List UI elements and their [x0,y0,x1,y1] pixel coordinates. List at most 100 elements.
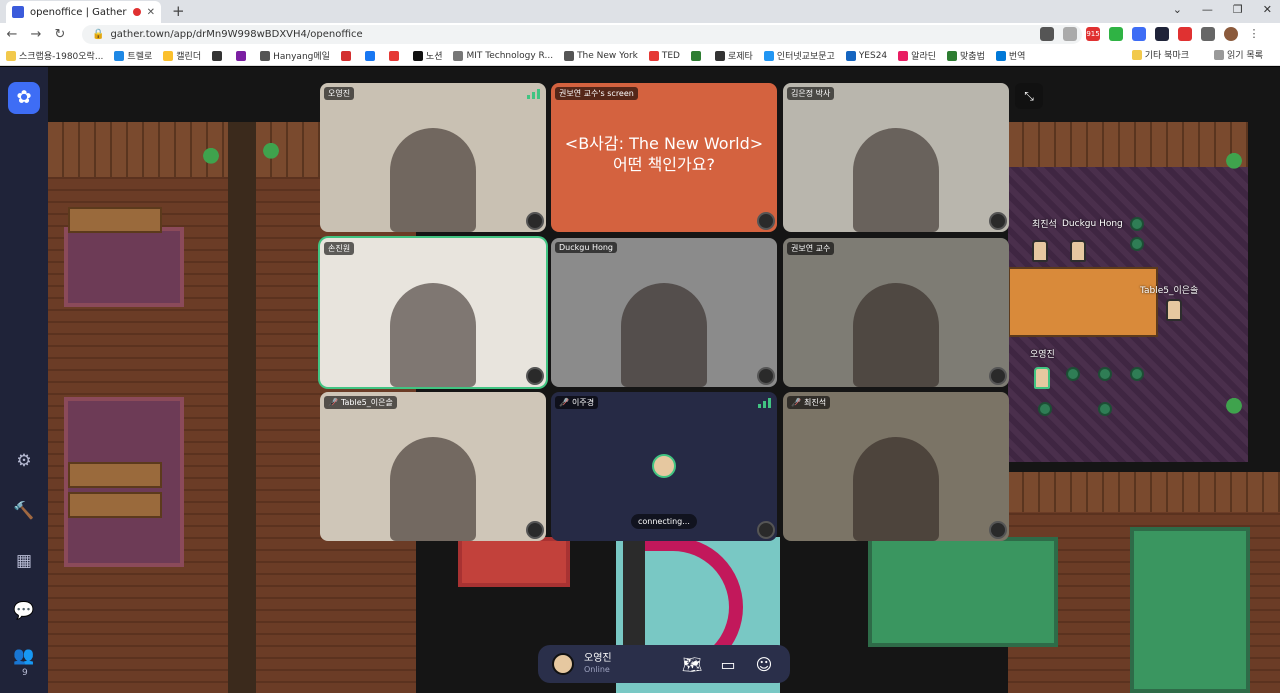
other-bookmarks[interactable]: 기타 북마크 [1131,48,1189,61]
bookmark-item[interactable]: 맞춤법 [947,49,985,62]
video-name-label: 권보연 교수 [787,242,835,255]
video-tile[interactable]: Duckgu Hong [551,238,777,387]
star-icon[interactable] [1063,27,1077,41]
browser-tab[interactable]: openoffice | Gather ✕ [6,1,161,23]
bookmark-item[interactable]: YES24 [845,49,887,62]
evernote-icon[interactable] [1109,27,1123,41]
restore-button[interactable]: ❐ [1233,3,1243,16]
bookmark-favicon-icon [691,50,701,61]
extension-icon[interactable] [1178,27,1192,41]
plant [203,147,219,169]
mini-avatar-icon [526,521,544,539]
video-tile[interactable]: 권보연 교수 [783,238,1009,387]
puzzle-icon[interactable] [1201,27,1215,41]
bookmark-item[interactable]: TED [648,49,680,62]
bookmark-item[interactable] [388,49,402,62]
chair [1130,237,1144,251]
emoji-icon[interactable]: ☺ [746,655,782,674]
bookmark-item[interactable]: 알라딘 [898,49,936,62]
extension-icon[interactable] [1132,27,1146,41]
tab-search-icon[interactable]: ⌄ [1173,3,1182,16]
green-rug [1130,527,1250,693]
bookmark-favicon-icon [114,50,125,61]
map-avatar[interactable] [1032,240,1048,262]
shared-screen-text: <B사감: The New World> 어떤 책인가요? [551,133,777,175]
bookmark-item[interactable]: Hanyang메일 [260,49,330,62]
profile-avatar-icon[interactable] [1224,27,1238,41]
video-tile[interactable]: <B사감: The New World> 어떤 책인가요? 권보연 교수's scr… [551,83,777,232]
signal-strength-icon [527,89,540,99]
bookmark-item[interactable]: 노션 [412,49,442,62]
bookmark-item[interactable]: 캘린더 [163,49,201,62]
mini-avatar-icon [757,212,775,230]
participants-icon[interactable]: 👥 [12,646,36,670]
minimize-button[interactable]: — [1202,3,1213,16]
browser-tab-strip: openoffice | Gather ✕ + ⌄ — ❐ ✕ [0,0,1280,23]
user-avatar[interactable] [552,653,574,675]
map-avatar-self[interactable] [1034,367,1050,389]
bookmark-item[interactable] [691,49,704,62]
bookmark-item[interactable]: 인터넷교보문고 [763,49,835,62]
gather-logo-icon[interactable]: ✿ [8,82,40,114]
extension-badge-icon[interactable]: 915 [1086,27,1100,41]
video-tile[interactable]: 오영진 [320,83,546,232]
reload-icon[interactable]: ↻ [48,27,72,42]
bookmark-favicon-icon [947,50,958,61]
build-icon[interactable]: 🔨 [12,501,36,525]
mini-avatar-icon [526,367,544,385]
menu-icon[interactable]: ⋮ [1247,27,1261,41]
map-icon[interactable]: 🗺 [674,655,710,674]
map-avatar[interactable] [1070,240,1086,262]
bookmark-item[interactable] [212,49,225,62]
bookmark-item[interactable]: The New York [564,49,638,62]
bookmark-item[interactable]: 로제타 [715,49,753,62]
rug [64,227,184,307]
video-tile[interactable]: 🎤̸ 최진석 [783,392,1009,541]
lower-right-wall [1008,472,1280,512]
map-avatar[interactable] [1166,299,1182,321]
bookmark-favicon-icon [715,50,725,61]
chair [1098,367,1112,381]
video-tile[interactable]: connecting... 🎤̸ 이주경 [551,392,777,541]
bookmark-item[interactable]: MIT Technology R... [453,49,553,62]
participant-name: 오영진 [328,89,351,98]
reading-list[interactable]: 읽기 목록 [1214,48,1263,61]
chair [1130,367,1144,381]
participant-video [853,128,939,232]
bookmark-item[interactable]: 스크랩용-1980오락... [6,49,103,62]
extension-icons: 915 ⋮ [1040,27,1261,41]
participant-name: 최진석 [803,398,827,407]
settings-icon[interactable]: ⚙ [12,451,36,475]
video-tile[interactable]: 김은정 박사 [783,83,1009,232]
extension-icon[interactable] [1155,27,1169,41]
bookmark-label: 인터넷교보문고 [776,52,835,62]
bookmark-list: 스크랩용-1980오락... 트렐로 캘린더 Hanyang메일 노션 MIT Techn… [6,49,1036,62]
bookmark-item[interactable]: 트렐로 [114,49,152,62]
bookmark-item[interactable] [236,49,249,62]
expand-icon[interactable]: ⤡ [1015,83,1043,109]
bookmark-label: TED [661,50,680,61]
bookmark-item[interactable] [364,49,378,62]
user-info[interactable]: 오영진 Online [584,653,612,675]
bookmark-favicon-icon [236,50,247,61]
address-bar[interactable]: 🔒 gather.town/app/drMn9W998wBDXVH4/openo… [82,25,1082,44]
calendar-icon[interactable]: ▦ [12,551,36,575]
bookmark-item[interactable]: 번역 [995,49,1025,62]
screen-share-icon[interactable]: ▭ [710,655,746,674]
bookmark-favicon-icon [898,50,909,61]
back-icon[interactable]: ← [0,27,24,42]
bookmark-favicon-icon [648,50,659,61]
chat-icon[interactable]: 💬 [12,601,36,625]
forward-icon[interactable]: → [24,27,48,42]
video-tile[interactable]: 손진원 [320,238,546,387]
camera-icon[interactable] [1040,27,1054,41]
bookmark-label: 로제타 [728,52,753,62]
participant-name: 권보연 교수's screen [559,89,634,98]
mini-avatar-icon [526,212,544,230]
lock-icon[interactable]: 🔒 [92,29,104,40]
close-window-button[interactable]: ✕ [1263,3,1272,16]
bookmark-item[interactable] [340,49,354,62]
close-tab-icon[interactable]: ✕ [147,7,155,18]
video-tile[interactable]: 🎤̸ Table5_이은솔 [320,392,546,541]
new-tab-button[interactable]: + [172,2,185,20]
